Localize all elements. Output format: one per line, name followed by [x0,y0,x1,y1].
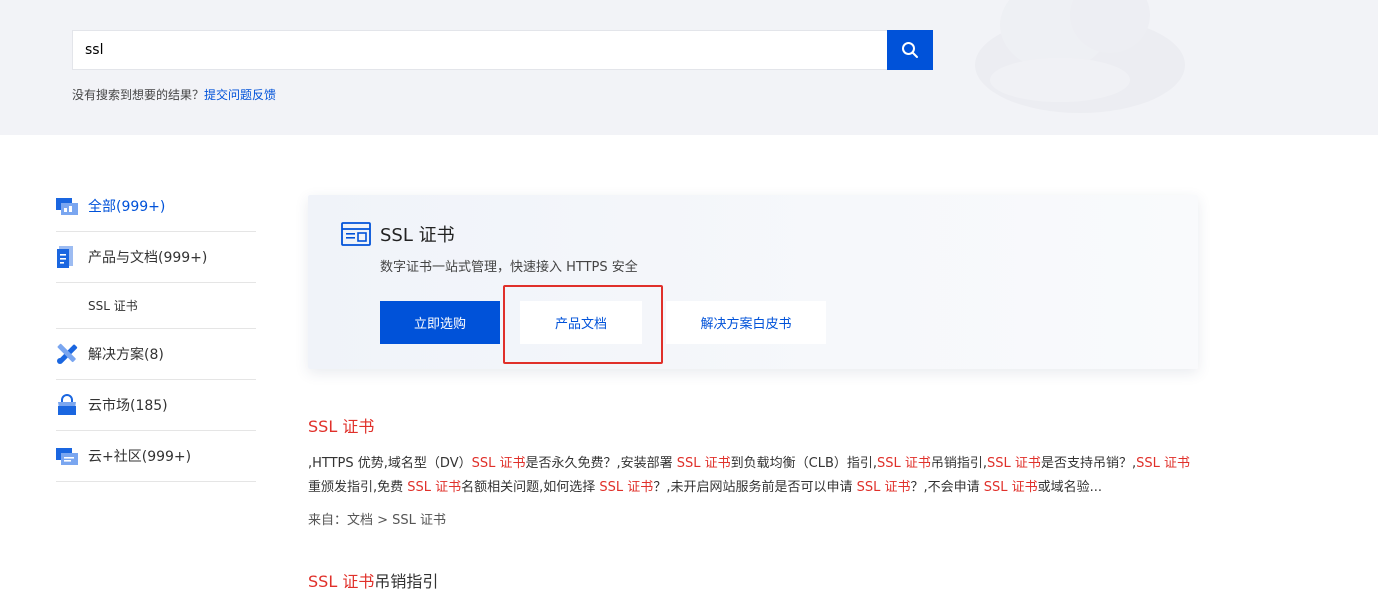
all-icon [56,195,78,217]
search-hero: 没有搜索到想要的结果？提交问题反馈 [0,0,1378,135]
community-icon [56,445,78,467]
snippet-text: ？,未开启网站服务前是否可以申请 [653,480,857,495]
snippet-text: ,HTTPS 优势,域名型（DV） [308,456,472,471]
snippet-keyword-highlight: SSL 证书 [599,480,654,495]
buy-now-button[interactable]: 立即选购 [380,301,500,344]
certificate-icon [341,222,371,246]
product-card: SSL 证书 数字证书一站式管理，快速接入 HTTPS 安全 立即选购 产品文档… [308,195,1198,369]
snippet-text: 是否永久免费？,安装部署 [525,456,677,471]
sidebar-item-label: 云+社区(999+) [88,449,192,465]
snippet-text: 是否支持吊销？, [1040,456,1137,471]
snippet-keyword-highlight: SSL 证书 [856,480,911,495]
snippet-text: 名额相关问题,如何选择 [461,480,600,495]
sidebar-item-products-docs[interactable]: 产品与文档(999+) [56,232,256,283]
shopping-bag-icon [56,394,78,416]
tools-icon [56,343,78,365]
snippet-text: 重颁发指引,免费 [308,480,408,495]
feedback-text: 没有搜索到想要的结果？ [72,88,205,102]
result-snippet: ,HTTPS 优势,域名型（DV）SSL 证书是否永久免费？,安装部署 SSL … [308,452,1198,500]
document-icon [56,246,78,268]
snippet-keyword-highlight: SSL 证书 [407,480,462,495]
result-title-link[interactable]: SSL 证书 [308,413,1198,437]
result-title-link[interactable]: SSL 证书吊销指引 [308,568,1198,592]
result-title-highlight: SSL 证书 [308,417,375,436]
snippet-keyword-highlight: SSL 证书 [983,480,1038,495]
snippet-text: 或域名验... [1037,480,1103,495]
sidebar-item-marketplace[interactable]: 云市场(185) [56,380,256,431]
sidebar-item-label: 云市场(185) [88,398,168,414]
sidebar-item-community[interactable]: 云+社区(999+) [56,431,256,482]
search-result: SSL 证书 ,HTTPS 优势,域名型（DV）SSL 证书是否永久免费？,安装… [308,413,1198,528]
sidebar-item-label: 全部(999+) [88,199,166,215]
snippet-keyword-highlight: SSL 证书 [1136,456,1190,471]
result-title-highlight: SSL 证书 [308,572,375,591]
snippet-keyword-highlight: SSL 证书 [471,456,526,471]
category-sidebar: 全部(999+) 产品与文档(999+) SSL 证书 解决方案(8) 云市场(… [56,181,256,482]
feedback-line: 没有搜索到想要的结果？提交问题反馈 [72,86,276,103]
product-docs-button[interactable]: 产品文档 [520,301,642,344]
feedback-link[interactable]: 提交问题反馈 [204,88,276,102]
snippet-keyword-highlight: SSL 证书 [987,456,1041,471]
snippet-text: 吊销指引, [930,456,988,471]
snippet-text: 到负载均衡（CLB）指引, [730,456,878,471]
sidebar-item-label: 产品与文档(999+) [88,250,208,266]
result-source: 来自：文档 > SSL 证书 [308,513,447,528]
snippet-keyword-highlight: SSL 证书 [877,456,931,471]
cloud-decoration-icon [975,0,1185,113]
product-title: SSL 证书 [380,225,455,246]
sidebar-item-solutions[interactable]: 解决方案(8) [56,329,256,380]
search-result: SSL 证书吊销指引 [308,568,1198,592]
solution-whitepaper-button[interactable]: 解决方案白皮书 [666,301,826,344]
snippet-text: ？,不会申请 [910,480,984,495]
snippet-keyword-highlight: SSL 证书 [676,456,731,471]
search-button[interactable] [887,30,933,70]
search-input[interactable] [72,30,887,70]
sidebar-item-label: 解决方案(8) [88,347,164,363]
product-description: 数字证书一站式管理，快速接入 HTTPS 安全 [380,260,638,275]
search-icon [902,42,918,58]
result-title-rest: 吊销指引 [374,572,439,591]
sidebar-item-all[interactable]: 全部(999+) [56,181,256,232]
sidebar-subitem-ssl[interactable]: SSL 证书 [56,283,256,329]
